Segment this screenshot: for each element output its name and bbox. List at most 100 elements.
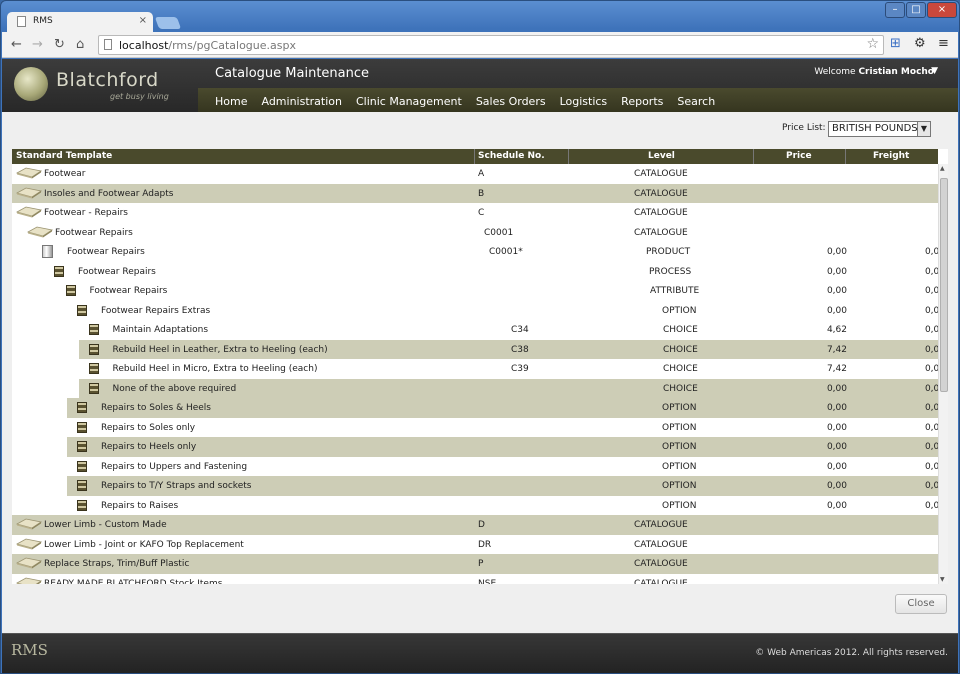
row-price: 0,00 — [826, 247, 847, 257]
table-row[interactable]: Lower Limb - Joint or KAFO Top Replaceme… — [12, 535, 938, 555]
folder-icon[interactable] — [15, 557, 43, 569]
row-freight: 0,00 — [924, 247, 938, 257]
reload-icon[interactable]: ↻ — [54, 37, 65, 52]
row-name: Repairs to Soles only — [101, 422, 196, 433]
close-window-button[interactable]: × — [927, 2, 957, 18]
table-row[interactable]: READY MADE BLATCHFORD Stock Items NSE CATA… — [12, 574, 938, 585]
new-tab-button[interactable] — [154, 17, 182, 29]
chevron-down-icon[interactable]: ▼ — [917, 122, 930, 136]
document-icon[interactable] — [65, 285, 76, 296]
folder-icon[interactable] — [15, 167, 43, 179]
browser-window: RMS × – □ × ← → ↻ ⌂ localhost/rms/pgCata… — [0, 0, 960, 674]
document-icon[interactable] — [77, 460, 87, 472]
grid-scrollbar[interactable]: ▲ ▼ — [938, 164, 948, 584]
menu-item-logistics[interactable]: Logistics — [560, 89, 608, 111]
browser-tab[interactable]: RMS × — [7, 12, 153, 32]
address-bar[interactable]: localhost/rms/pgCatalogue.aspx ☆ — [98, 35, 884, 55]
menu-icon[interactable]: ≡ — [938, 36, 949, 51]
row-freight: 0,00 — [924, 364, 938, 374]
maximize-button[interactable]: □ — [906, 2, 926, 18]
row-level: CATALOGUE — [634, 578, 688, 585]
table-row[interactable]: Rebuild Heel in Micro, Extra to Heeling … — [12, 359, 938, 379]
table-row[interactable]: Replace Straps, Trim/Buff Plastic P CATALO… — [12, 554, 938, 574]
menu-item-sales-orders[interactable]: Sales Orders — [476, 89, 546, 111]
user-menu-caret-icon[interactable]: ▼ — [931, 66, 938, 76]
bookmark-star-icon[interactable]: ☆ — [866, 36, 879, 52]
table-row[interactable]: Insoles and Footwear Adapts B CATALOGUE — [12, 183, 938, 203]
folder-icon[interactable] — [15, 518, 43, 530]
column-header-schedule[interactable]: Schedule No. — [478, 151, 545, 161]
document-icon[interactable] — [88, 324, 99, 335]
menu-item-administration[interactable]: Administration — [261, 89, 342, 111]
menu-item-search[interactable]: Search — [677, 89, 715, 111]
user-name: Cristian Mocho — [858, 67, 934, 77]
row-level: CHOICE — [663, 344, 698, 355]
document-icon[interactable] — [54, 265, 64, 277]
minimize-button[interactable]: – — [885, 2, 905, 18]
row-name: Footwear Repairs — [78, 266, 156, 277]
main-content: Price List: BRITISH POUNDS ▼ Standard Te… — [2, 112, 958, 633]
document-icon[interactable] — [88, 382, 99, 394]
table-row[interactable]: Repairs to Heels only OPTION 0,00 0,00 — [12, 437, 938, 457]
table-row[interactable]: Footwear Repairs PROCESS 0,00 0,00 — [12, 262, 938, 282]
row-name: Footwear - Repairs — [44, 208, 128, 218]
column-header-price[interactable]: Price — [786, 151, 812, 161]
row-level: CATALOGUE — [634, 539, 688, 550]
translate-icon[interactable]: ⊞ — [890, 36, 901, 51]
folder-icon[interactable] — [15, 187, 43, 199]
close-button[interactable]: Close — [895, 594, 947, 614]
document-icon[interactable] — [88, 343, 99, 355]
row-level: PROCESS — [649, 266, 692, 277]
product-icon[interactable] — [42, 245, 53, 258]
table-row[interactable]: Footwear Repairs ATTRIBUTE 0,00 0,00 — [12, 281, 938, 301]
menu-item-home[interactable]: Home — [215, 89, 247, 111]
scroll-up-icon[interactable]: ▲ — [940, 165, 945, 172]
table-row[interactable]: Footwear Repairs C0001* PRODUCT 0,00 0,00 — [12, 242, 938, 262]
menu-item-clinic-management[interactable]: Clinic Management — [356, 89, 462, 111]
row-name: Repairs to Uppers and Fastening — [101, 461, 248, 472]
document-icon[interactable] — [77, 480, 87, 491]
table-row[interactable]: None of the above required CHOICE 0,00 0,00 — [12, 378, 938, 398]
table-row[interactable]: Repairs to T/Y Straps and sockets OPTION 0… — [12, 476, 938, 496]
settings-gear-icon[interactable]: ⚙ — [914, 36, 926, 51]
row-price: 0,00 — [826, 481, 847, 491]
close-tab-icon[interactable]: × — [139, 15, 147, 26]
document-icon[interactable] — [88, 363, 99, 374]
scrollbar-thumb[interactable] — [940, 178, 948, 392]
back-icon[interactable]: ← — [11, 37, 22, 52]
row-price: 0,00 — [826, 286, 847, 296]
row-schedule: P — [478, 559, 484, 569]
forward-icon[interactable]: → — [32, 37, 43, 52]
table-row[interactable]: Maintain Adaptations C34 CHOICE 4,62 0,00 — [12, 320, 938, 340]
table-row[interactable]: Rebuild Heel in Leather, Extra to Heelin… — [12, 339, 938, 359]
document-icon[interactable] — [77, 499, 87, 511]
folder-icon[interactable] — [15, 577, 43, 584]
table-row[interactable]: Footwear Repairs Extras OPTION 0,00 0,00 — [12, 301, 938, 321]
table-row[interactable]: Footwear - Repairs C CATALOGUE — [12, 203, 938, 223]
row-level: OPTION — [662, 461, 697, 472]
document-icon[interactable] — [77, 402, 87, 413]
folder-icon[interactable] — [15, 538, 43, 550]
column-header-level[interactable]: Level — [648, 151, 675, 161]
document-icon[interactable] — [77, 441, 87, 452]
table-row[interactable]: Footwear Repairs C0001 CATALOGUE — [12, 223, 938, 243]
scroll-down-icon[interactable]: ▼ — [940, 576, 945, 583]
table-row[interactable]: Footwear A CATALOGUE — [12, 164, 938, 184]
table-row[interactable]: Repairs to Soles only OPTION 0,00 0,00 — [12, 418, 938, 438]
document-icon[interactable] — [77, 421, 87, 433]
row-name: Footwear Repairs — [67, 247, 145, 257]
folder-open-icon[interactable] — [15, 206, 43, 218]
column-header-freight[interactable]: Freight — [873, 151, 909, 161]
row-name: READY MADE BLATCHFORD Stock Items — [44, 578, 223, 585]
document-icon[interactable] — [77, 304, 87, 316]
table-row[interactable]: Repairs to Raises OPTION 0,00 0,00 — [12, 496, 938, 516]
table-row[interactable]: Lower Limb - Custom Made D CATALOGUE — [12, 515, 938, 535]
column-header-template[interactable]: Standard Template — [16, 151, 112, 161]
folder-open-icon[interactable] — [26, 226, 54, 238]
menu-item-reports[interactable]: Reports — [621, 89, 663, 111]
table-row[interactable]: Repairs to Soles & Heels OPTION 0,00 0,00 — [12, 398, 938, 418]
table-row[interactable]: Repairs to Uppers and Fastening OPTION 0,0… — [12, 457, 938, 477]
price-list-select[interactable]: BRITISH POUNDS ▼ — [828, 121, 931, 137]
page-icon — [17, 16, 26, 27]
home-icon[interactable]: ⌂ — [76, 37, 84, 52]
